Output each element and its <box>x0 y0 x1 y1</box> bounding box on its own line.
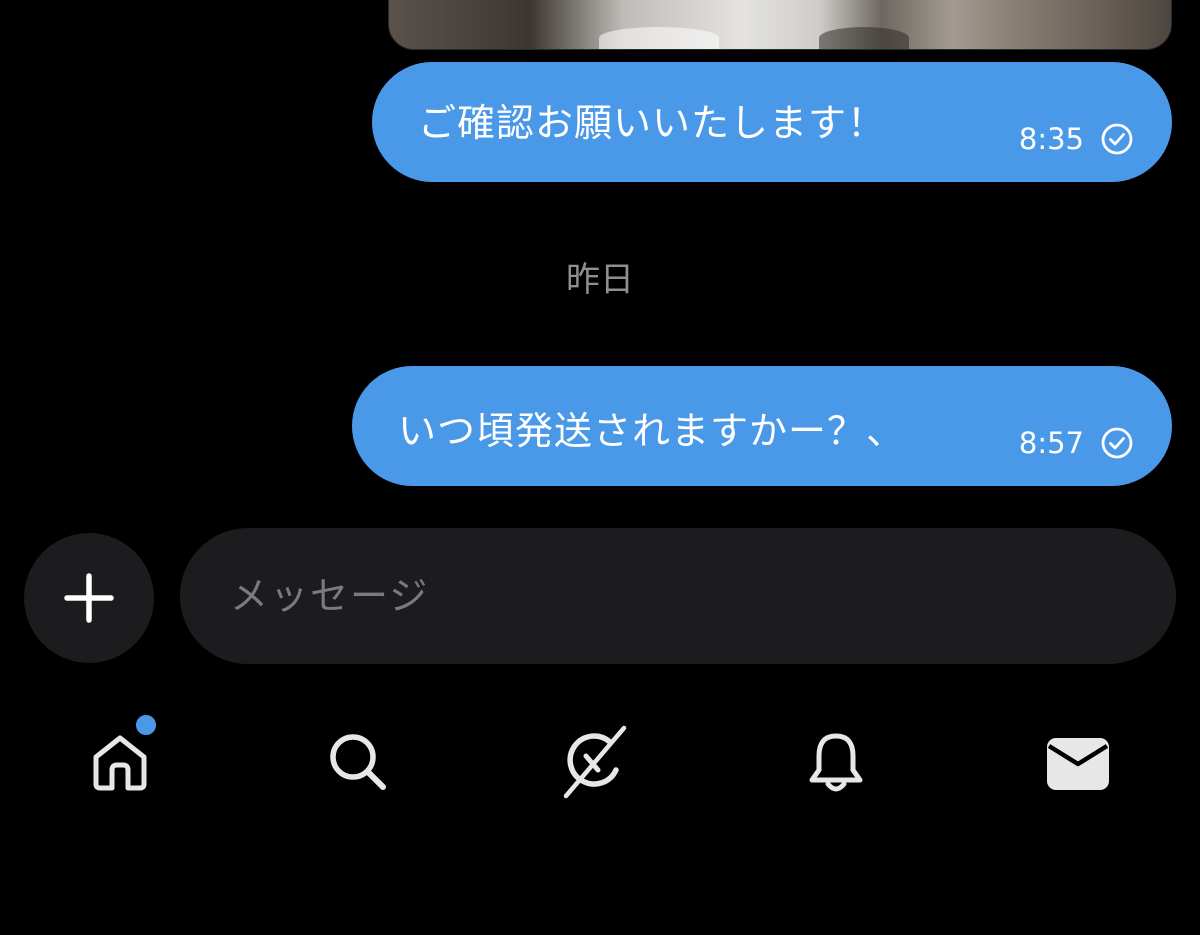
check-circle-icon <box>1101 123 1133 155</box>
search-icon <box>330 734 386 790</box>
message-bubble[interactable]: ご確認お願いいたします！ 8:35 <box>372 62 1172 182</box>
tab-messages[interactable] <box>1038 722 1118 802</box>
check-circle-icon <box>1101 427 1133 459</box>
message-meta: 8:57 <box>1019 426 1134 460</box>
message-text: ご確認お願いいたします！ <box>418 100 887 145</box>
bell-icon <box>809 733 863 792</box>
message-meta: 8:35 <box>1019 122 1134 156</box>
message-bubble[interactable]: いつ頃発送されますかー？、 8:57 <box>352 366 1172 486</box>
message-input[interactable] <box>180 528 1176 664</box>
message-time: 8:57 <box>1018 426 1084 460</box>
message-time: 8:35 <box>1018 122 1084 156</box>
image-detail <box>819 27 909 49</box>
image-detail <box>599 27 719 49</box>
dm-conversation-screen: ご確認お願いいたします！ 8:35 昨日 いつ頃発送されますかー？、 8:57 <box>0 0 1200 935</box>
tab-search[interactable] <box>318 722 398 802</box>
image-message[interactable] <box>388 0 1172 50</box>
tab-grok[interactable] <box>556 722 636 802</box>
grok-icon <box>563 725 627 799</box>
plus-icon <box>64 573 114 623</box>
mail-icon <box>1047 738 1109 790</box>
message-text: いつ頃発送されますかー？、 <box>398 408 906 453</box>
home-icon <box>93 735 147 791</box>
date-separator: 昨日 <box>566 260 634 300</box>
add-attachment-button[interactable] <box>24 533 154 663</box>
notification-dot <box>133 712 159 738</box>
tab-notifications[interactable] <box>796 722 876 802</box>
